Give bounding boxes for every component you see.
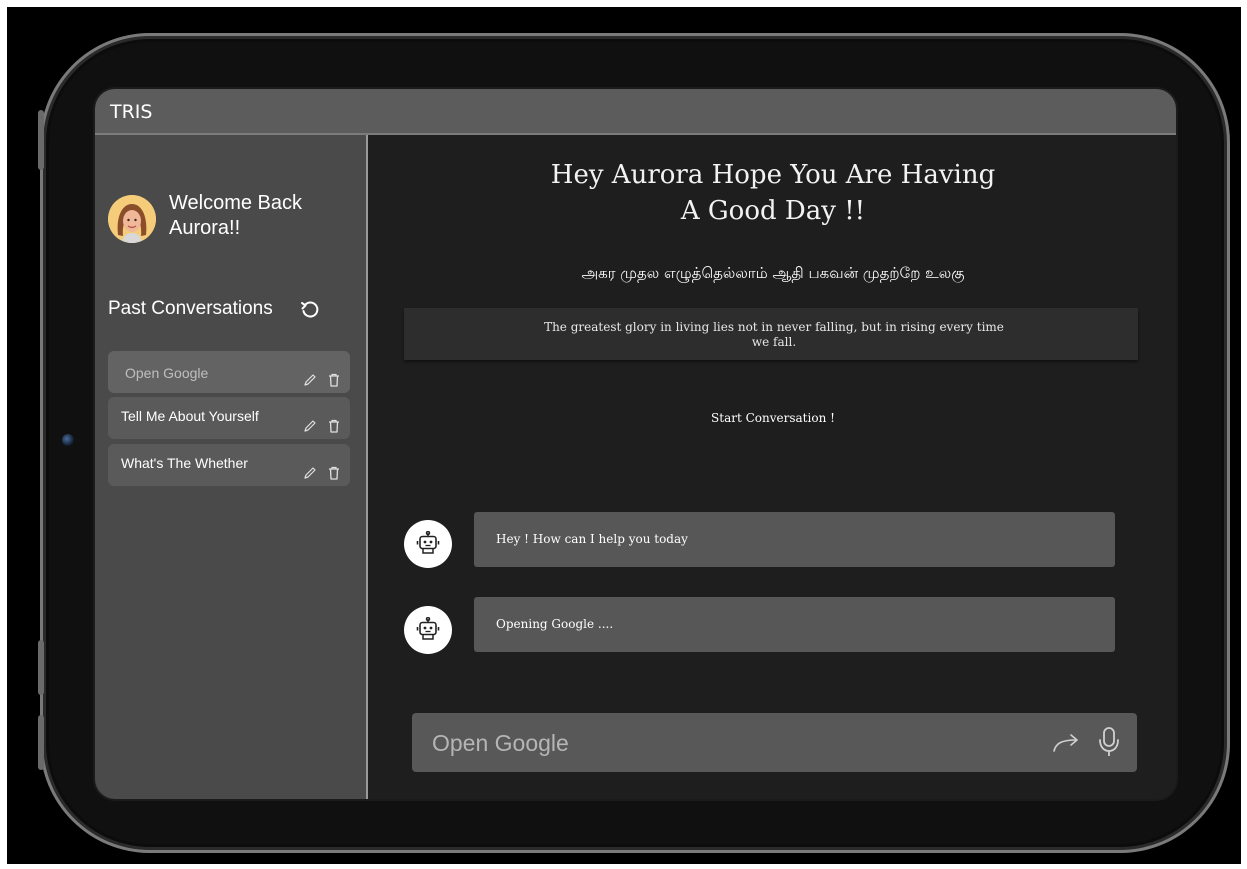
conversation-item[interactable]: What's The Whether	[108, 444, 350, 486]
app-screen: TRIS Welcome Back Aurora!! Past Conversa…	[95, 89, 1176, 799]
side-button	[38, 640, 44, 695]
robot-icon	[404, 606, 452, 654]
top-bar: TRIS	[95, 89, 1176, 135]
side-button	[38, 715, 44, 770]
refresh-icon[interactable]	[300, 300, 320, 320]
message-text: Opening Google ....	[496, 617, 614, 631]
robot-icon	[404, 520, 452, 568]
conversation-label: What's The Whether	[121, 455, 248, 471]
arrow-right-icon[interactable]	[1052, 729, 1080, 757]
tamil-verse: அகர முதல எழுத்தெல்லாம் ஆதி பகவன் முதற்றே…	[581, 264, 965, 282]
conversation-item[interactable]: Tell Me About Yourself	[108, 397, 350, 439]
conversation-label: Open Google	[125, 365, 209, 381]
message-text: Hey ! How can I help you today	[496, 532, 688, 546]
bot-message: Hey ! How can I help you today	[474, 512, 1115, 567]
bot-message: Opening Google ....	[474, 597, 1115, 652]
chat-panel: Hey Aurora Hope You Are Having A Good Da…	[368, 135, 1176, 799]
quote-text: The greatest glory in living lies not in…	[544, 320, 1004, 349]
quote-card: The greatest glory in living lies not in…	[404, 308, 1138, 360]
start-conversation-label: Start Conversation !	[711, 411, 835, 425]
conversation-item[interactable]: Open Google	[108, 351, 350, 393]
trash-icon[interactable]	[327, 466, 341, 480]
trash-icon[interactable]	[327, 373, 341, 387]
conversation-label: Tell Me About Yourself	[121, 408, 259, 424]
microphone-icon[interactable]	[1097, 726, 1121, 758]
message-input-bar	[412, 713, 1137, 772]
pencil-icon[interactable]	[303, 466, 317, 480]
trash-icon[interactable]	[327, 419, 341, 433]
front-camera	[62, 434, 74, 446]
message-input[interactable]	[430, 723, 994, 763]
pencil-icon[interactable]	[303, 373, 317, 387]
volume-button	[38, 110, 44, 170]
greeting-heading: Hey Aurora Hope You Are Having A Good Da…	[550, 160, 996, 226]
sidebar: Welcome Back Aurora!! Past Conversations…	[95, 135, 368, 799]
welcome-text: Welcome Back Aurora!!	[169, 192, 303, 239]
past-conversations-title: Past Conversations	[108, 298, 273, 319]
avatar	[108, 195, 156, 243]
pencil-icon[interactable]	[303, 419, 317, 433]
app-title: TRIS	[110, 101, 153, 123]
